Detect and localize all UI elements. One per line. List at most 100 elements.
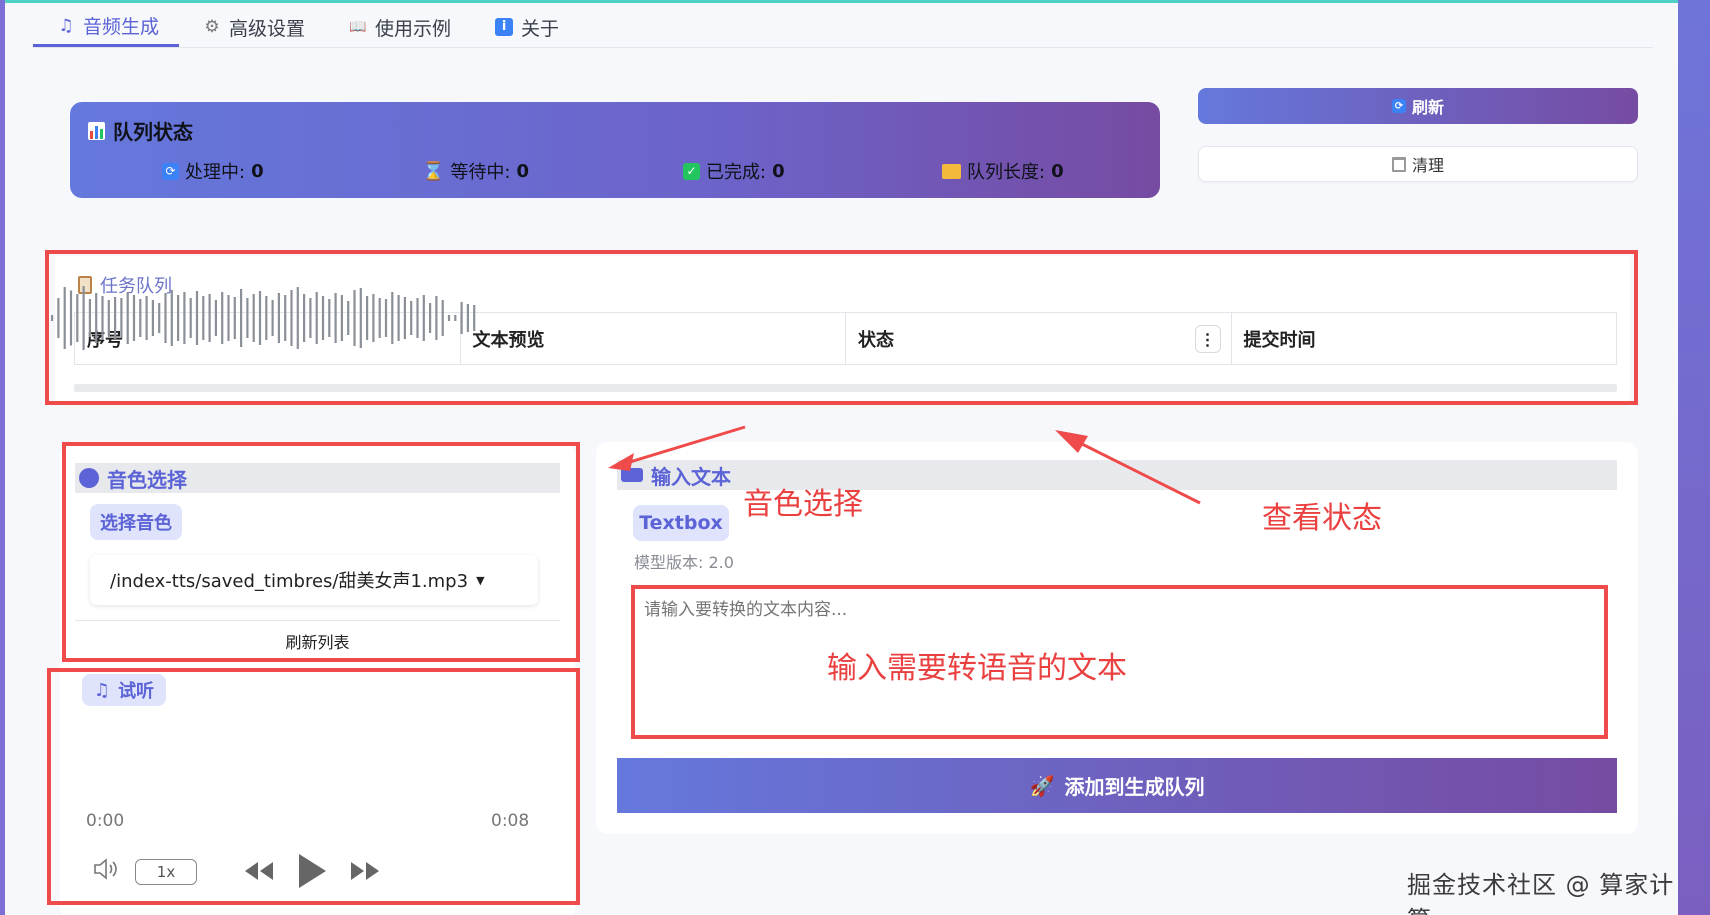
fast-forward-icon[interactable] (349, 860, 381, 886)
tab-usage-examples[interactable]: 📖 使用示例 (325, 7, 471, 47)
waveform-bar (107, 300, 110, 336)
info-icon: i (495, 18, 514, 36)
divider (75, 620, 560, 621)
waveform-bar (164, 293, 167, 343)
waveform-bar (466, 304, 469, 332)
waveform-bar (265, 296, 268, 340)
waveform-bar (88, 299, 91, 337)
waveform-bar (473, 305, 476, 331)
audio-waveform[interactable] (45, 280, 495, 356)
column-header-text-preview[interactable]: 文本预览 (461, 313, 846, 364)
waveform-bar (158, 303, 161, 333)
check-icon: ✓ (683, 162, 700, 180)
waveform-bar (347, 301, 350, 335)
waveform-bar (101, 296, 104, 340)
book-icon: 📖 (349, 19, 367, 35)
column-header-status[interactable]: 状态 ⋮ (846, 313, 1232, 364)
table-scrollbar[interactable] (74, 384, 1617, 392)
waveform-bar (334, 293, 337, 343)
waveform-bar (139, 299, 142, 337)
waveform-bar (202, 296, 205, 340)
tab-divider (33, 47, 1653, 48)
waveform-bar (95, 293, 98, 343)
refresh-list-button[interactable]: 刷新列表 (75, 626, 560, 656)
tab-label: 使用示例 (375, 17, 452, 40)
waveform-bar (416, 298, 419, 338)
waveform-bar (303, 294, 306, 342)
waveform-bar (454, 315, 457, 321)
select-timbre-label: 选择音色 (90, 504, 182, 540)
waveform-bar (195, 291, 199, 345)
hourglass-icon: ⌛ (422, 160, 445, 182)
waveform-bar (422, 295, 425, 341)
waveform-bar (372, 294, 375, 342)
palette-icon (79, 468, 99, 488)
waveform-bar (76, 294, 79, 342)
refresh-icon: ⟳ (162, 162, 179, 180)
column-menu-icon[interactable]: ⋮ (1194, 325, 1221, 353)
waveform-bar (340, 295, 343, 341)
waveform-bar (151, 300, 154, 336)
waveform-bar (403, 297, 406, 339)
waveform-bar (252, 294, 255, 342)
waveform-bar (410, 301, 413, 335)
time-end: 0:08 (491, 811, 530, 831)
waveform-bar (227, 295, 230, 341)
playback-speed-button[interactable]: 1x (135, 859, 197, 885)
waveform-bar (309, 298, 312, 338)
right-scroll-area[interactable] (1678, 0, 1710, 915)
waveform-bar (69, 290, 73, 346)
timbre-card: 音色选择 选择音色 /index-tts/saved_timbres/甜美女声1… (60, 445, 575, 915)
gear-icon: ⚙ (204, 17, 220, 37)
waveform-bar (321, 296, 325, 340)
waveform-bar (277, 293, 280, 343)
waveform-bar (429, 303, 432, 333)
timbre-dropdown[interactable]: /index-tts/saved_timbres/甜美女声1.mp3 ▼ (90, 555, 538, 605)
waveform-bar (378, 298, 381, 338)
queue-status-panel: 队列状态 ⟳ 处理中: 0 ⌛ 等待中: 0 ✓ 已完成: 0 队列长度: 0 (70, 102, 1160, 198)
add-to-queue-button[interactable]: 🚀 添加到生成队列 (617, 758, 1617, 813)
annotation-input-text: 输入需要转语音的文本 (827, 651, 1127, 686)
annotation-arrows (608, 425, 1201, 505)
waveform-bar (57, 298, 60, 338)
refresh-button[interactable]: ⟳ 刷新 (1198, 88, 1638, 124)
stat-queue-length: 队列长度: 0 (942, 158, 1064, 184)
tab-audio-generation[interactable]: ♫ 音频生成 (33, 7, 180, 47)
waveform-bar (435, 296, 438, 340)
stat-waiting: ⌛ 等待中: 0 (422, 160, 530, 184)
tab-advanced-settings[interactable]: ⚙ 高级设置 (179, 7, 325, 47)
waveform-bar (214, 300, 217, 336)
stat-processing: ⟳ 处理中: 0 (162, 158, 264, 184)
waveform-bar (328, 299, 331, 337)
waveform-bar (447, 315, 451, 321)
waveform-bar (246, 298, 249, 338)
stat-completed: ✓ 已完成: 0 (683, 158, 785, 184)
tab-about[interactable]: i 关于 (471, 7, 579, 47)
trash-icon (1391, 156, 1406, 172)
waveform-bar (284, 295, 287, 341)
waveform-bar (258, 291, 262, 345)
music-note-icon: ♫ (58, 15, 74, 36)
model-version: 模型版本: 2.0 (634, 553, 734, 572)
waveform-bar (114, 297, 117, 339)
rewind-icon[interactable] (243, 860, 275, 886)
waveform-bar (441, 300, 444, 336)
annotation-timbre: 音色选择 (743, 487, 863, 522)
waveform-bar (271, 300, 274, 336)
waveform-bar (51, 315, 54, 321)
timbre-section-header: 音色选择 (75, 463, 560, 493)
column-header-submit-time[interactable]: 提交时间 (1232, 313, 1617, 364)
waveform-bar (208, 294, 211, 342)
waveform-bar (296, 287, 299, 349)
tab-label: 音频生成 (83, 16, 160, 38)
waveform-bar (460, 302, 463, 334)
play-icon[interactable] (296, 852, 328, 894)
clean-button[interactable]: 清理 (1198, 146, 1638, 182)
bar-chart-icon (88, 121, 105, 140)
waveform-bar (120, 298, 123, 338)
tab-label: 关于 (521, 17, 560, 40)
waveform-bar (170, 290, 173, 346)
waveform-bar (221, 292, 224, 344)
waveform-bar (183, 292, 186, 344)
volume-icon[interactable] (93, 858, 121, 884)
